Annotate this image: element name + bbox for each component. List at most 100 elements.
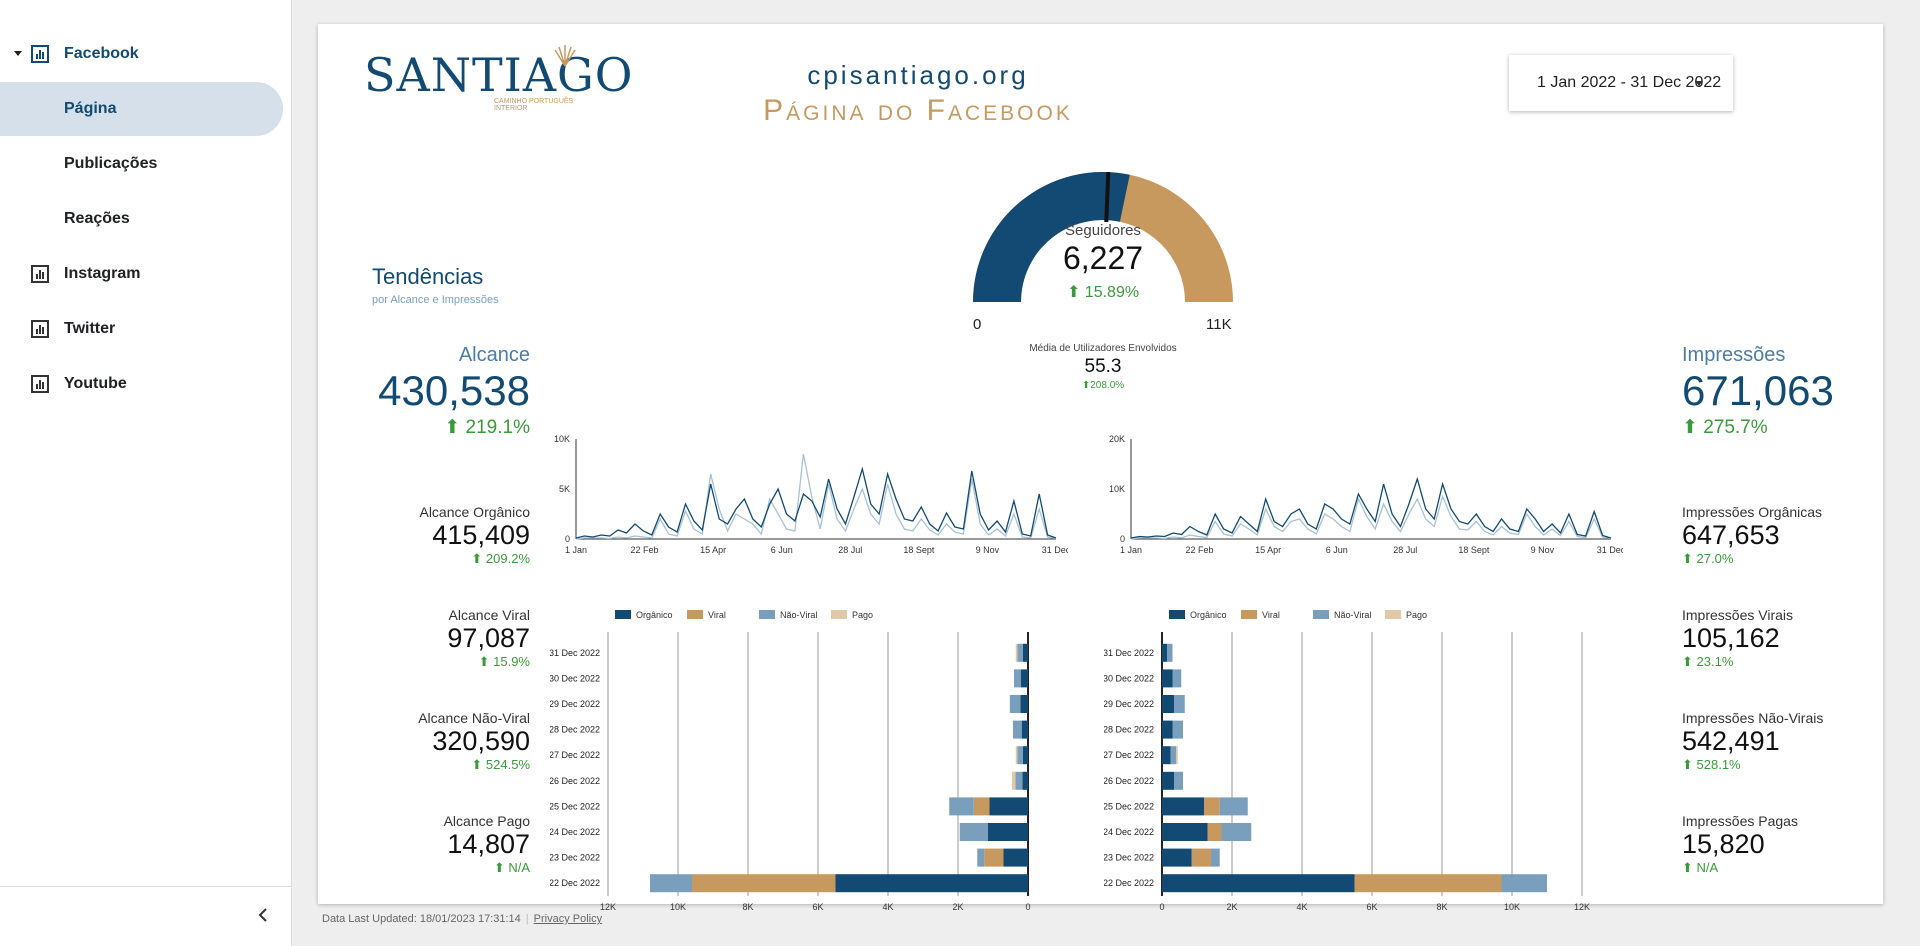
series-line [575, 466, 1057, 539]
kpi-delta: ⬆︎ 23.1% [1682, 654, 1872, 670]
bar-segment [1012, 720, 1022, 739]
up-arrow-icon: ⬆︎ [1682, 551, 1697, 566]
bar-segment [1022, 746, 1028, 765]
bar-segment [1174, 771, 1183, 790]
x-tick-label: 2K [1226, 902, 1237, 912]
logo-text: SANTIAGO [364, 48, 634, 102]
kpi-label: Impressões Pagas [1682, 813, 1798, 829]
kpi-value: 415,409 [432, 520, 530, 550]
x-tick-label: 10K [1504, 902, 1520, 912]
bar-segment [1204, 797, 1220, 816]
scallop-shell-icon [554, 45, 576, 67]
kpi-delta-value: 209.2% [485, 551, 530, 566]
bar-segment [1162, 695, 1175, 713]
bar-segment [1354, 874, 1502, 893]
bar-segment [1191, 848, 1211, 867]
y-tick-label: 0 [565, 534, 570, 544]
x-tick-label: 6 Jun [1326, 545, 1348, 555]
x-tick-label: 9 Nov [1531, 545, 1555, 555]
legend-label: Pago [1406, 610, 1427, 620]
bar-segment [1021, 669, 1028, 688]
x-tick-label: 18 Sept [903, 545, 935, 555]
nav-youtube[interactable]: Youtube [0, 357, 283, 411]
kpi-label: Impressões Não-Virais [1682, 710, 1824, 726]
up-arrow-icon: ⬆︎ [1682, 757, 1697, 772]
nav-twitter[interactable]: Twitter [0, 302, 283, 356]
bar-segment [977, 848, 985, 867]
x-tick-label: 12K [1574, 902, 1590, 912]
nav-facebook[interactable]: Facebook [0, 27, 283, 81]
bar-segment [1174, 695, 1185, 713]
gauge-delta: ⬆︎ 15.89% [1038, 282, 1168, 302]
series-line [1130, 476, 1612, 539]
bar-segment [987, 823, 1028, 841]
x-tick-label: 31 Dec [1042, 545, 1068, 555]
bar-segment [1017, 643, 1023, 662]
category-label: 27 Dec 2022 [1104, 750, 1154, 760]
expand-caret-icon[interactable] [14, 51, 22, 56]
y-tick-label: 0 [1120, 534, 1125, 544]
nav-pagina[interactable]: Página [0, 82, 283, 136]
legend-label: Viral [708, 610, 726, 620]
last-updated: Data Last Updated: 18/01/2023 17:31:14 [322, 913, 521, 925]
kpi-value: 647,653 [1682, 520, 1780, 550]
site-title: cpisantiago.org [807, 60, 1029, 90]
footer: Data Last Updated: 18/01/2023 17:31:14 | P… [322, 913, 603, 925]
x-tick-label: 9 Nov [976, 545, 1000, 555]
impressions-label: Impressões [1682, 344, 1786, 366]
x-tick-label: 6K [812, 902, 823, 912]
nav-publicacoes[interactable]: Publicações [0, 137, 283, 191]
x-tick-label: 28 Jul [838, 545, 862, 555]
nav-label: Reações [64, 210, 130, 227]
category-label: 30 Dec 2022 [550, 673, 600, 683]
gauge-label: Seguidores [1065, 222, 1141, 239]
x-tick-label: 0 [1159, 902, 1164, 912]
nav-label: Publicações [64, 155, 158, 172]
legend-label: Não-Viral [780, 610, 817, 620]
nav-reacoes[interactable]: Reações [0, 192, 283, 246]
trends-subtitle: por Alcance e Impressões [372, 294, 499, 306]
trends-title: Tendências [372, 264, 484, 289]
bar-segment [1162, 643, 1168, 662]
kpi-label: Alcance Viral [448, 607, 530, 623]
category-label: 25 Dec 2022 [550, 801, 600, 811]
impressions-line-chart: 0 10K 20K 1 Jan 22 Feb 15 Apr 6 Jun 28 Jul 18 Se… [1109, 434, 1623, 555]
kpi-label: Impressões Orgânicas [1682, 504, 1823, 520]
y-tick-label: 10K [1109, 484, 1125, 494]
x-tick-label: 4K [1296, 902, 1307, 912]
x-tick-label: 28 Jul [1393, 545, 1417, 555]
bar-segment [973, 797, 990, 816]
bar-segment [1011, 771, 1016, 790]
category-label: 29 Dec 2022 [1104, 699, 1154, 709]
legend-swatch [759, 610, 775, 619]
kpi-value: 105,162 [1682, 623, 1780, 653]
x-tick-label: 8K [1436, 902, 1447, 912]
bar-segment [949, 797, 974, 816]
x-tick-label: 0 [1025, 902, 1030, 912]
series-line [575, 453, 1057, 540]
bar-segment [1162, 669, 1173, 688]
up-arrow-icon: ⬆︎ [493, 860, 509, 875]
legend-swatch [831, 610, 847, 619]
bar-segment [959, 823, 988, 841]
nav-instagram[interactable]: Instagram [0, 247, 283, 301]
kpi-delta-value: 524.5% [485, 757, 530, 772]
bar-segment [1022, 643, 1028, 662]
bar-segment [1172, 720, 1183, 739]
bar-segment [692, 874, 836, 893]
up-arrow-icon: ⬆︎ [1066, 284, 1085, 301]
x-tick-label: 31 Dec [1597, 545, 1623, 555]
impressions-bar-chart: Orgânico Viral Não-Viral Pago 0 2K 4K 6K 8K 10K 12… [1104, 610, 1590, 912]
bar-segment [1207, 823, 1222, 841]
bar-segment [1162, 746, 1171, 765]
kpi-value: 14,807 [447, 829, 530, 859]
kpi-label: Impressões Virais [1682, 607, 1794, 623]
bar-segment [1022, 771, 1028, 790]
category-label: 28 Dec 2022 [1104, 725, 1154, 735]
bar-chart-icon [31, 265, 49, 283]
up-arrow-icon: ⬆︎ [1682, 860, 1697, 875]
engaged-delta: ⬆︎208.0% [968, 380, 1238, 391]
privacy-policy-link[interactable]: Privacy Policy [534, 913, 602, 925]
date-range-picker[interactable]: 1 Jan 2022 - 31 Dec 2022 [1509, 55, 1733, 111]
chevron-left-icon[interactable] [254, 906, 272, 924]
